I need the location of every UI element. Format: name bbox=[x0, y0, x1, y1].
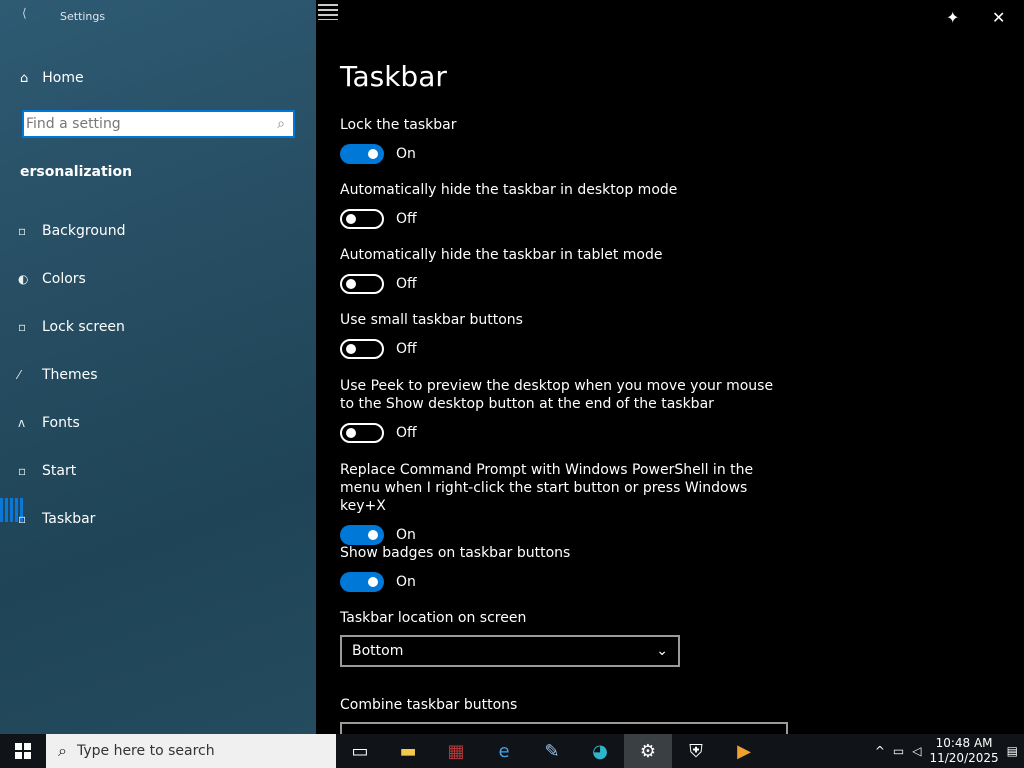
winrar-icon[interactable]: ▦ bbox=[432, 734, 480, 768]
lock-screen-icon: ▫ bbox=[18, 320, 27, 334]
toggle-state: Off bbox=[396, 211, 417, 227]
nav-item-colors[interactable]: ◐ Colors bbox=[18, 267, 86, 291]
system-tray: ^ ▭ ◁ 10:48 AM 11/20/2025 ▤ bbox=[875, 736, 1024, 766]
setting-label: Use Peek to preview the desktop when you… bbox=[340, 378, 774, 412]
nav-item-background[interactable]: ▫ Background bbox=[18, 219, 126, 243]
toggle-state: Off bbox=[396, 341, 417, 357]
taskbar-search-text: Type here to search bbox=[76, 743, 215, 759]
find-setting-search[interactable]: Find a setting ⌕ bbox=[22, 110, 295, 138]
chevron-up-icon[interactable]: ^ bbox=[875, 744, 885, 758]
windows-logo-icon bbox=[15, 743, 31, 759]
setting-label: Use small taskbar buttons bbox=[340, 312, 523, 328]
setting-powershell: Replace Command Prompt with Windows Powe… bbox=[340, 461, 780, 545]
toggle-state: On bbox=[396, 574, 416, 590]
settings-content-pane: ✦ ✕ Taskbar Lock the taskbar On Automati… bbox=[316, 0, 1024, 736]
security-shield-icon[interactable]: ⛨ bbox=[672, 734, 720, 768]
nav-item-lock-screen[interactable]: ▫ Lock screen bbox=[18, 315, 125, 339]
font-icon: ʌ bbox=[18, 416, 26, 430]
autohide-tablet-toggle[interactable] bbox=[340, 274, 384, 294]
internet-explorer-icon[interactable]: e bbox=[480, 734, 528, 768]
settings-gear-icon[interactable]: ⚙ bbox=[624, 734, 672, 768]
settings-nav-pane: ⟨ Settings ⌂ Home Find a setting ⌕ erson… bbox=[0, 0, 316, 734]
nav-label: Background bbox=[42, 223, 126, 239]
nav-item-taskbar[interactable]: ▫ Taskbar bbox=[18, 507, 95, 531]
lock-taskbar-toggle[interactable] bbox=[340, 144, 384, 164]
setting-label: Taskbar location on screen bbox=[340, 610, 527, 626]
small-buttons-toggle[interactable] bbox=[340, 339, 384, 359]
edge-icon[interactable]: ◕ bbox=[576, 734, 624, 768]
setting-label: Automatically hide the taskbar in tablet… bbox=[340, 247, 663, 263]
picture-icon: ▫ bbox=[18, 224, 27, 238]
render-artifact bbox=[318, 4, 338, 20]
setting-label: Automatically hide the taskbar in deskto… bbox=[340, 182, 678, 198]
volume-muted-icon[interactable]: ◁ bbox=[912, 744, 921, 758]
home-icon: ⌂ bbox=[20, 70, 29, 86]
toggle-state: On bbox=[396, 146, 416, 162]
taskbar-icon: ▫ bbox=[18, 512, 27, 526]
page-title: Taskbar bbox=[340, 60, 447, 93]
chevron-down-icon: ⌄ bbox=[656, 643, 668, 659]
setting-peek: Use Peek to preview the desktop when you… bbox=[340, 377, 780, 443]
close-icon[interactable]: ✕ bbox=[992, 8, 1005, 27]
palette-icon: ◐ bbox=[18, 272, 29, 286]
setting-label: Show badges on taskbar buttons bbox=[340, 545, 571, 561]
window-title: Settings bbox=[60, 10, 106, 23]
setting-combine: Combine taskbar buttons bbox=[340, 696, 788, 736]
nav-item-themes[interactable]: ⁄ Themes bbox=[18, 363, 98, 387]
powershell-toggle[interactable] bbox=[340, 525, 384, 545]
setting-small-buttons: Use small taskbar buttons Off bbox=[340, 311, 780, 359]
notification-icon[interactable]: ▤ bbox=[1007, 744, 1018, 758]
location-dropdown[interactable]: Bottom ⌄ bbox=[340, 635, 680, 667]
setting-label: Lock the taskbar bbox=[340, 117, 457, 133]
nav-label: Colors bbox=[42, 271, 86, 287]
start-icon: ▫ bbox=[18, 464, 27, 478]
home-label: Home bbox=[42, 70, 84, 86]
minimize-icon[interactable]: ✦ bbox=[946, 8, 959, 27]
back-arrow-icon[interactable]: ⟨ bbox=[22, 6, 28, 20]
search-icon: ⌕ bbox=[58, 741, 67, 760]
nav-item-start[interactable]: ▫ Start bbox=[18, 459, 76, 483]
nav-label: Lock screen bbox=[42, 319, 125, 335]
toggle-state: Off bbox=[396, 276, 417, 292]
file-explorer-icon[interactable]: ▬ bbox=[384, 734, 432, 768]
search-input[interactable]: Find a setting bbox=[24, 116, 269, 132]
start-button[interactable] bbox=[0, 734, 46, 768]
section-title: ersonalization bbox=[20, 164, 133, 180]
setting-location: Taskbar location on screen Bottom ⌄ bbox=[340, 609, 780, 667]
brush-icon: ⁄ bbox=[18, 368, 21, 382]
windows-taskbar: ⌕ Type here to search ▭ ▬ ▦ e ✎ ◕ ⚙ ⛨ ▶ … bbox=[0, 734, 1024, 768]
nav-label: Start bbox=[42, 463, 77, 479]
setting-badges: Show badges on taskbar buttons On bbox=[340, 544, 780, 592]
autohide-desktop-toggle[interactable] bbox=[340, 209, 384, 229]
clock-date: 11/20/2025 bbox=[929, 751, 999, 765]
toggle-state: Off bbox=[396, 425, 417, 441]
setting-autohide-tablet: Automatically hide the taskbar in tablet… bbox=[340, 246, 780, 294]
feather-app-icon[interactable]: ✎ bbox=[528, 734, 576, 768]
home-nav-item[interactable]: ⌂ Home bbox=[20, 70, 84, 86]
task-view-icon[interactable]: ▭ bbox=[336, 734, 384, 768]
media-player-icon[interactable]: ▶ bbox=[720, 734, 768, 768]
setting-lock-taskbar: Lock the taskbar On bbox=[340, 116, 780, 164]
network-icon[interactable]: ▭ bbox=[893, 744, 904, 758]
dropdown-value: Bottom bbox=[352, 643, 404, 659]
peek-toggle[interactable] bbox=[340, 423, 384, 443]
setting-label: Replace Command Prompt with Windows Powe… bbox=[340, 462, 754, 514]
nav-item-fonts[interactable]: ʌ Fonts bbox=[18, 411, 80, 435]
clock[interactable]: 10:48 AM 11/20/2025 bbox=[929, 736, 998, 766]
clock-time: 10:48 AM bbox=[935, 736, 993, 750]
toggle-state: On bbox=[396, 527, 416, 543]
nav-label: Themes bbox=[42, 367, 98, 383]
badges-toggle[interactable] bbox=[340, 572, 384, 592]
search-icon: ⌕ bbox=[277, 116, 285, 132]
setting-label: Combine taskbar buttons bbox=[340, 697, 518, 713]
nav-label: Taskbar bbox=[42, 511, 96, 527]
setting-autohide-desktop: Automatically hide the taskbar in deskto… bbox=[340, 181, 780, 229]
taskbar-search-box[interactable]: ⌕ Type here to search bbox=[46, 734, 336, 768]
nav-label: Fonts bbox=[42, 415, 80, 431]
